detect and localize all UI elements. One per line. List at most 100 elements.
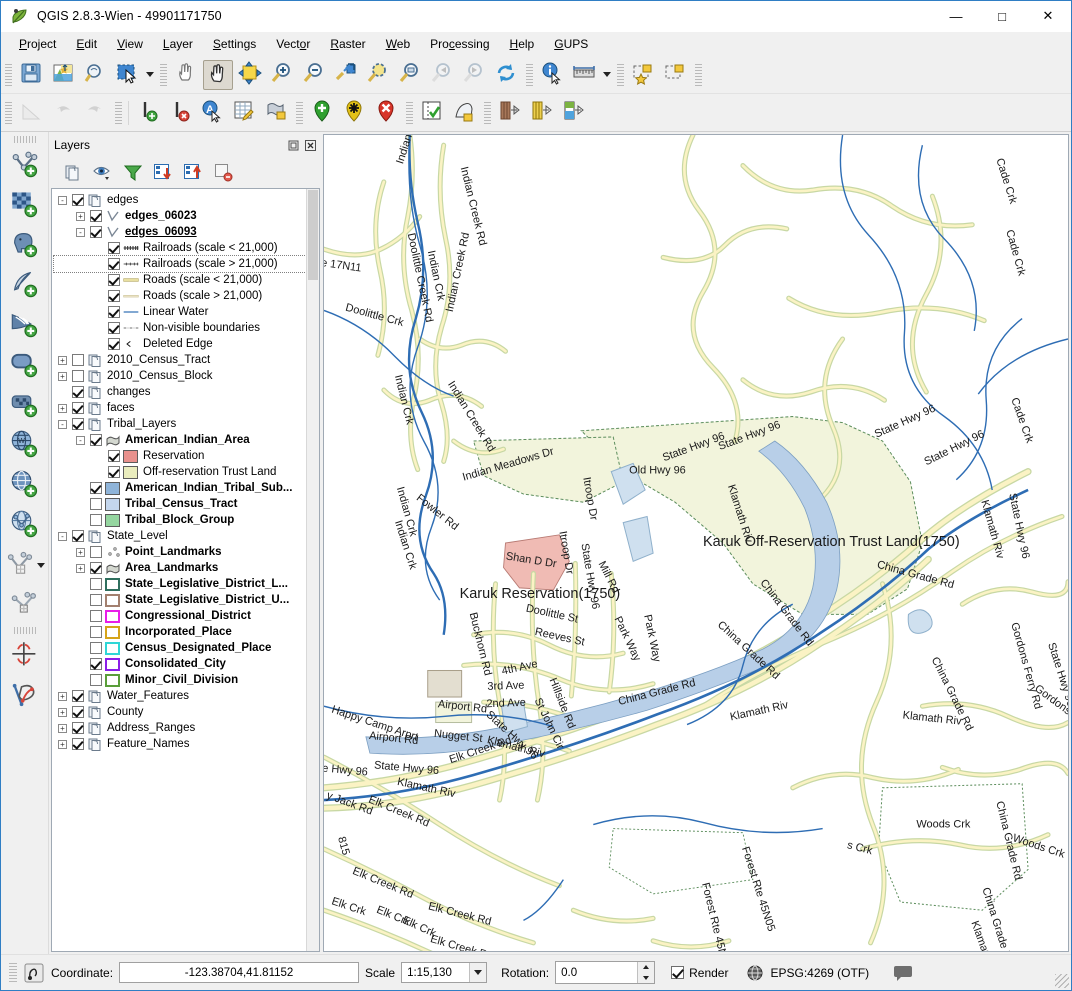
export-yellow-button[interactable] — [527, 98, 557, 128]
zoom-layer-button[interactable] — [395, 60, 425, 90]
tree-expander[interactable]: + — [76, 548, 85, 557]
map-tips-button[interactable] — [628, 60, 658, 90]
layer-visibility-checkbox[interactable] — [90, 434, 102, 446]
toolbar-grip[interactable] — [115, 102, 122, 124]
layer-tree-item[interactable]: American_Indian_Tribal_Sub... — [54, 480, 306, 496]
layer-visibility-checkbox[interactable] — [108, 338, 120, 350]
layer-tree-item[interactable]: changes — [54, 384, 306, 400]
layer-visibility-checkbox[interactable] — [108, 306, 120, 318]
rotation-decrement-button[interactable] — [638, 973, 654, 984]
layers-tree[interactable]: -edges+edges_06023-edges_06093Railroads … — [52, 189, 306, 951]
layer-visibility-checkbox[interactable] — [90, 226, 102, 238]
message-bubble-icon[interactable] — [893, 964, 913, 982]
layer-tree-item[interactable]: Roads (scale > 21,000) — [54, 288, 306, 304]
add-vector-layer-button[interactable] — [5, 145, 45, 185]
save-project-button[interactable] — [16, 60, 46, 90]
vertex-tool-button[interactable] — [5, 545, 45, 585]
render-checkbox[interactable] — [671, 966, 684, 979]
window-resize-grip[interactable] — [1055, 974, 1069, 988]
tree-expander[interactable]: - — [76, 436, 85, 445]
menu-gups[interactable]: GUPS — [544, 34, 598, 54]
layer-tree-item[interactable]: Incorporated_Place — [54, 624, 306, 640]
measure-line-button[interactable] — [569, 60, 599, 90]
collapse-all-icon[interactable] — [179, 158, 207, 186]
layer-tree-item[interactable]: +2010_Census_Block — [54, 368, 306, 384]
layer-visibility-checkbox[interactable] — [108, 466, 120, 478]
layer-tree-item[interactable]: Tribal_Census_Tract — [54, 496, 306, 512]
layer-visibility-checkbox[interactable] — [90, 578, 102, 590]
tree-expander[interactable]: + — [58, 724, 67, 733]
layer-visibility-checkbox[interactable] — [72, 354, 84, 366]
add-wcs-layer-button[interactable] — [5, 465, 45, 505]
layer-visibility-checkbox[interactable] — [90, 658, 102, 670]
layer-visibility-checkbox[interactable] — [90, 514, 102, 526]
menu-processing[interactable]: Processing — [420, 34, 499, 54]
undock-icon[interactable] — [286, 138, 300, 152]
toolbar-grip[interactable] — [617, 64, 624, 86]
layers-tree-scrollbar[interactable] — [306, 189, 319, 951]
select-features-button[interactable] — [112, 60, 142, 90]
add-line-button[interactable] — [133, 98, 163, 128]
composer-manager-button[interactable] — [80, 60, 110, 90]
toolbar-grip[interactable] — [406, 102, 413, 124]
layer-tree-item[interactable]: +County — [54, 704, 306, 720]
layer-visibility-checkbox[interactable] — [108, 242, 120, 254]
layer-visibility-checkbox[interactable] — [72, 370, 84, 382]
filter-funnel-icon[interactable] — [119, 158, 147, 186]
map-canvas[interactable]: Indian CrkIndian Creek RdCade CrkCade Cr… — [323, 134, 1069, 952]
zoom-in-button[interactable] — [267, 60, 297, 90]
layer-visibility-checkbox[interactable] — [72, 402, 84, 414]
layer-tree-item[interactable]: Reservation — [54, 448, 306, 464]
measure-dropdown-button[interactable] — [600, 60, 613, 90]
layer-tree-item[interactable]: Minor_Civil_Division — [54, 672, 306, 688]
menu-view[interactable]: View — [107, 34, 153, 54]
chevron-down-icon[interactable] — [469, 963, 486, 982]
layer-visibility-checkbox[interactable] — [108, 258, 120, 270]
layer-tree-item[interactable]: Railroads (scale > 21,000) — [54, 256, 306, 272]
layer-visibility-checkbox[interactable] — [72, 418, 84, 430]
menu-web[interactable]: Web — [376, 34, 420, 54]
layer-tree-item[interactable]: +Address_Ranges — [54, 720, 306, 736]
layer-tree-item[interactable]: Consolidated_City — [54, 656, 306, 672]
crs-label[interactable]: EPSG:4269 (OTF) — [770, 966, 869, 980]
layer-visibility-checkbox[interactable] — [90, 610, 102, 622]
eye-visibility-icon[interactable] — [89, 158, 117, 186]
layer-visibility-checkbox[interactable] — [72, 738, 84, 750]
layer-tree-item[interactable]: +Feature_Names — [54, 736, 306, 752]
menu-vector[interactable]: Vector — [266, 34, 320, 54]
new-print-composer-button[interactable] — [48, 60, 78, 90]
left-toolbar-grip-2[interactable] — [14, 627, 36, 634]
add-raster-layer-button[interactable] — [5, 185, 45, 225]
close-button[interactable]: ✕ — [1025, 1, 1071, 32]
layer-tree-item[interactable]: +Point_Landmarks — [54, 544, 306, 560]
layer-visibility-checkbox[interactable] — [72, 194, 84, 206]
menu-settings[interactable]: Settings — [203, 34, 266, 54]
layer-tree-item[interactable]: State_Legislative_District_L... — [54, 576, 306, 592]
select-dropdown-button[interactable] — [143, 60, 156, 90]
rotation-spinbox[interactable]: 0.0 — [555, 961, 655, 984]
snapping-options-button[interactable] — [5, 636, 45, 676]
minimize-button[interactable]: — — [933, 1, 979, 32]
layer-tree-item[interactable]: -State_Level — [54, 528, 306, 544]
area-edit-button[interactable] — [449, 98, 479, 128]
refresh-button[interactable] — [491, 60, 521, 90]
zoom-out-button[interactable] — [299, 60, 329, 90]
coordinate-input[interactable] — [119, 962, 359, 983]
layer-visibility-checkbox[interactable] — [72, 706, 84, 718]
review-changes-button[interactable] — [417, 98, 447, 128]
rotation-increment-button[interactable] — [638, 962, 654, 973]
toolbar-grip[interactable] — [296, 102, 303, 124]
tree-expander[interactable]: + — [76, 564, 85, 573]
pan-map-button[interactable] — [203, 60, 233, 90]
left-toolbar-grip[interactable] — [14, 136, 36, 143]
tree-expander[interactable]: + — [58, 708, 67, 717]
tree-expander[interactable]: - — [58, 532, 67, 541]
menu-help[interactable]: Help — [500, 34, 545, 54]
toolbar-grip[interactable] — [160, 64, 167, 86]
layer-tree-item[interactable]: Roads (scale < 21,000) — [54, 272, 306, 288]
layer-visibility-checkbox[interactable] — [108, 274, 120, 286]
add-attribute-button[interactable]: A — [197, 98, 227, 128]
layer-tree-item[interactable]: Tribal_Block_Group — [54, 512, 306, 528]
add-point-yellow-button[interactable] — [339, 98, 369, 128]
add-oracle-layer-button[interactable] — [5, 345, 45, 385]
